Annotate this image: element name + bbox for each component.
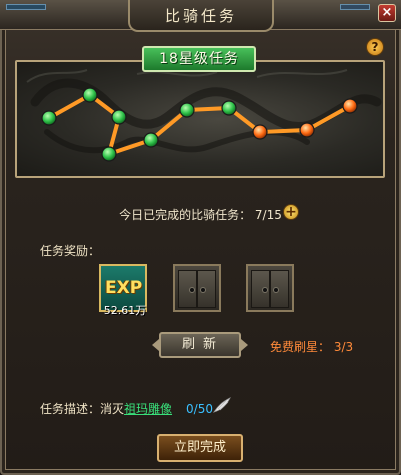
- reward-slot-locked: [173, 264, 221, 312]
- daily-completed-text: 今日已完成的比骑任务： 7/15: [119, 208, 282, 222]
- refresh-button[interactable]: 刷新: [159, 332, 241, 358]
- arrow-right-icon: [241, 339, 248, 351]
- door-right-icon: [270, 270, 289, 308]
- dragon-route-svg: [26, 69, 382, 162]
- add-count-icon[interactable]: +: [283, 204, 299, 220]
- free-refresh-count: 免费刷星： 3/3: [270, 340, 354, 354]
- close-button[interactable]: ×: [378, 4, 396, 22]
- route-node-pending: [252, 124, 268, 140]
- door-left-icon: [251, 270, 270, 308]
- route-node-completed: [111, 109, 127, 125]
- route-node-completed: [221, 100, 237, 116]
- route-node-completed: [101, 146, 117, 162]
- route-node-completed: [179, 102, 195, 118]
- star-level-tab[interactable]: 18星级任务: [142, 46, 256, 72]
- arrow-left-icon: [152, 339, 159, 351]
- task-prefix: 任务描述：消灭: [40, 402, 125, 416]
- door-right-icon: [197, 270, 216, 308]
- route-node-pending: [299, 122, 315, 138]
- reward-slot-locked: [246, 264, 294, 312]
- route-node-completed: [143, 132, 159, 148]
- task-description: 任务描述：消灭祖玛雕像 0/50: [40, 400, 213, 417]
- top-decoration-left: [6, 4, 46, 10]
- route-map: [15, 60, 385, 178]
- wing-teleport-icon[interactable]: [212, 396, 232, 414]
- window-title: 比骑任务: [128, 0, 274, 32]
- door-left-icon: [178, 270, 197, 308]
- route-node-completed: [41, 110, 57, 126]
- top-decoration-right: [340, 4, 370, 10]
- complete-now-button[interactable]: 立即完成: [157, 434, 243, 462]
- exp-icon: EXP: [105, 278, 143, 298]
- task-target-link[interactable]: 祖玛雕像: [124, 402, 172, 416]
- route-node-completed: [82, 87, 98, 103]
- task-progress: 0/50: [186, 402, 213, 416]
- reward-label: 任务奖励：: [40, 244, 101, 258]
- help-icon[interactable]: ?: [366, 38, 384, 56]
- route-node-pending: [342, 98, 358, 114]
- exp-amount: 52.61万: [103, 304, 147, 317]
